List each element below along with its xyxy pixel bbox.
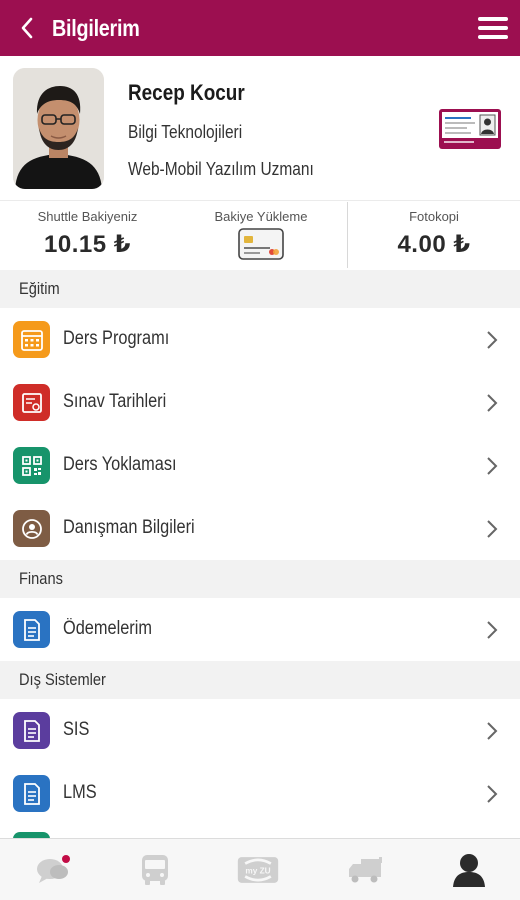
- balances-row: Shuttle Bakiyeniz 10.15 ₺ Bakiye Yükleme…: [0, 200, 520, 270]
- chevron-right-icon: [487, 457, 498, 475]
- menu-item-label: Ders Yoklaması: [63, 454, 177, 475]
- menu-item-ders-yoklamasi[interactable]: Ders Yoklaması: [0, 434, 520, 497]
- section-finance-header: Finans: [0, 560, 520, 598]
- divider: [347, 202, 348, 268]
- chevron-right-icon: [487, 394, 498, 412]
- advisor-icon: [13, 510, 50, 547]
- menu-item-label: SIS: [63, 719, 90, 740]
- truck-icon: [349, 857, 382, 883]
- menu-item-odemelerim[interactable]: Ödemelerim: [0, 598, 520, 661]
- photocopy-balance: Fotokopi 4.00 ₺: [348, 201, 520, 271]
- profile-name: Recep Kocur: [128, 80, 245, 105]
- section-title: Finans: [19, 569, 63, 588]
- back-button[interactable]: [8, 0, 46, 56]
- menu-item-label: LMS: [63, 782, 97, 803]
- qr-code-icon: [13, 447, 50, 484]
- tab-delivery[interactable]: [344, 849, 388, 891]
- section-title: Dış Sistemler: [19, 670, 106, 689]
- id-card-icon[interactable]: [438, 108, 502, 150]
- document-icon: [13, 712, 50, 749]
- myzu-icon: my ZU: [237, 857, 279, 883]
- shuttle-balance: Shuttle Bakiyeniz 10.15 ₺: [0, 201, 175, 271]
- section-external-header: Dış Sistemler: [0, 661, 520, 699]
- menu-item-danisman-bilgileri[interactable]: Danışman Bilgileri: [0, 497, 520, 560]
- tab-profile[interactable]: [447, 849, 491, 891]
- chevron-right-icon: [487, 331, 498, 349]
- svg-text:my ZU: my ZU: [245, 867, 270, 876]
- exam-icon: [13, 384, 50, 421]
- section-education-header: Eğitim: [0, 270, 520, 308]
- topup-label: Bakiye Yükleme: [214, 209, 308, 224]
- section-title: Eğitim: [19, 279, 60, 298]
- menu-item-label: Sınav Tarihleri: [63, 391, 167, 412]
- profile-card: Recep Kocur Bilgi Teknolojileri Web-Mobi…: [0, 56, 520, 200]
- menu-item-label: Danışman Bilgileri: [63, 517, 195, 538]
- document-icon: [13, 775, 50, 812]
- chevron-left-icon: [21, 17, 33, 39]
- hamburger-menu-icon[interactable]: [478, 14, 508, 42]
- chevron-right-icon: [487, 621, 498, 639]
- tab-myzu[interactable]: my ZU: [236, 849, 280, 891]
- page-title: Bilgilerim: [52, 14, 140, 41]
- bottom-tab-bar: my ZU: [0, 838, 520, 900]
- document-icon: [13, 611, 50, 648]
- chevron-right-icon: [487, 785, 498, 803]
- menu-item-sinav-tarihleri[interactable]: Sınav Tarihleri: [0, 371, 520, 434]
- chevron-right-icon: [487, 520, 498, 538]
- menu-item-lms[interactable]: LMS: [0, 762, 520, 825]
- shuttle-balance-label: Shuttle Bakiyeniz: [37, 209, 138, 224]
- bus-icon: [142, 855, 168, 885]
- user-icon: [453, 854, 485, 887]
- menu-item-sis[interactable]: SIS: [0, 699, 520, 762]
- shuttle-balance-value: 10.15 ₺: [44, 231, 131, 258]
- photocopy-label: Fotokopi: [409, 209, 459, 224]
- avatar: [13, 68, 104, 189]
- chevron-right-icon: [487, 722, 498, 740]
- menu-item-label: Ders Programı: [63, 328, 170, 349]
- menu-item-label: Ödemelerim: [63, 618, 152, 639]
- tab-shuttle[interactable]: [133, 849, 177, 891]
- menu-item-ders-programi[interactable]: Ders Programı: [0, 308, 520, 371]
- tab-messages[interactable]: [31, 849, 75, 891]
- calendar-icon: [13, 321, 50, 358]
- topup-button[interactable]: Bakiye Yükleme: [175, 201, 347, 271]
- profile-department: Bilgi Teknolojileri: [128, 122, 243, 142]
- app-header: Bilgilerim: [0, 0, 520, 56]
- credit-card-icon: [238, 228, 284, 260]
- chat-icon: [37, 855, 70, 883]
- photocopy-value: 4.00 ₺: [397, 231, 471, 258]
- profile-role: Web-Mobil Yazılım Uzmanı: [128, 159, 314, 179]
